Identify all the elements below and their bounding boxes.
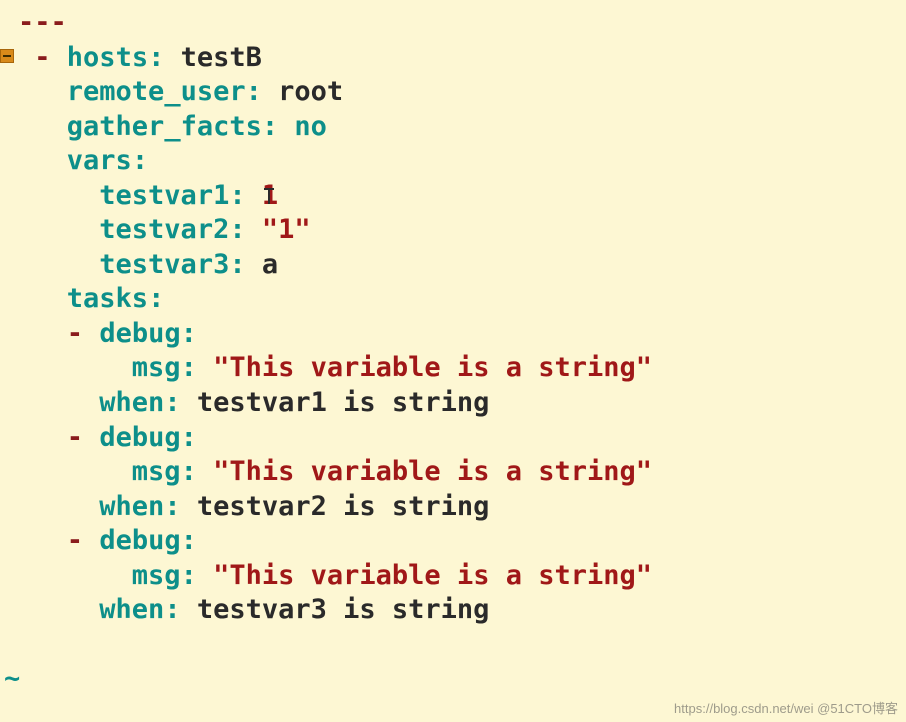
task2-when-key: when bbox=[99, 594, 164, 625]
task1-when-key: when bbox=[99, 491, 164, 522]
task2-msg-val: "This variable is a string" bbox=[213, 560, 652, 591]
task2-when-val: testvar3 is string bbox=[197, 594, 490, 625]
testvar1-value: 1 bbox=[262, 180, 278, 211]
testvar3-value: a bbox=[262, 249, 278, 280]
doc-start: --- bbox=[18, 7, 67, 38]
task1-module: debug bbox=[99, 422, 180, 453]
vars-key: vars bbox=[67, 145, 132, 176]
task0-msg-val: "This variable is a string" bbox=[213, 352, 652, 383]
task0-module: debug bbox=[99, 318, 180, 349]
watermark: https://blog.csdn.net/wei @51CTO博客 bbox=[674, 701, 898, 718]
remote-user-key: remote_user bbox=[67, 76, 246, 107]
testvar2-key: testvar2 bbox=[99, 214, 229, 245]
task1-msg-key: msg bbox=[132, 456, 181, 487]
testvar3-key: testvar3 bbox=[99, 249, 229, 280]
testvar1-key: testvar1 bbox=[99, 180, 229, 211]
task1-when-val: testvar2 is string bbox=[197, 491, 490, 522]
task2-msg-key: msg bbox=[132, 560, 181, 591]
code-block: --- - hosts: testB remote_user: root gat… bbox=[0, 0, 906, 697]
hosts-key: hosts bbox=[67, 42, 148, 73]
task0-when-key: when bbox=[99, 387, 164, 418]
fold-icon[interactable] bbox=[0, 49, 14, 63]
hosts-value: testB bbox=[181, 42, 262, 73]
task0-msg-key: msg bbox=[132, 352, 181, 383]
task2-module: debug bbox=[99, 525, 180, 556]
gather-facts-key: gather_facts bbox=[67, 111, 262, 142]
remote-user-value: root bbox=[278, 76, 343, 107]
tasks-key: tasks bbox=[67, 283, 148, 314]
gather-facts-value: no bbox=[294, 111, 327, 142]
testvar2-value: "1" bbox=[262, 214, 311, 245]
vim-tilde: ~ bbox=[0, 663, 20, 694]
task0-when-val: testvar1 is string bbox=[197, 387, 490, 418]
task1-msg-val: "This variable is a string" bbox=[213, 456, 652, 487]
